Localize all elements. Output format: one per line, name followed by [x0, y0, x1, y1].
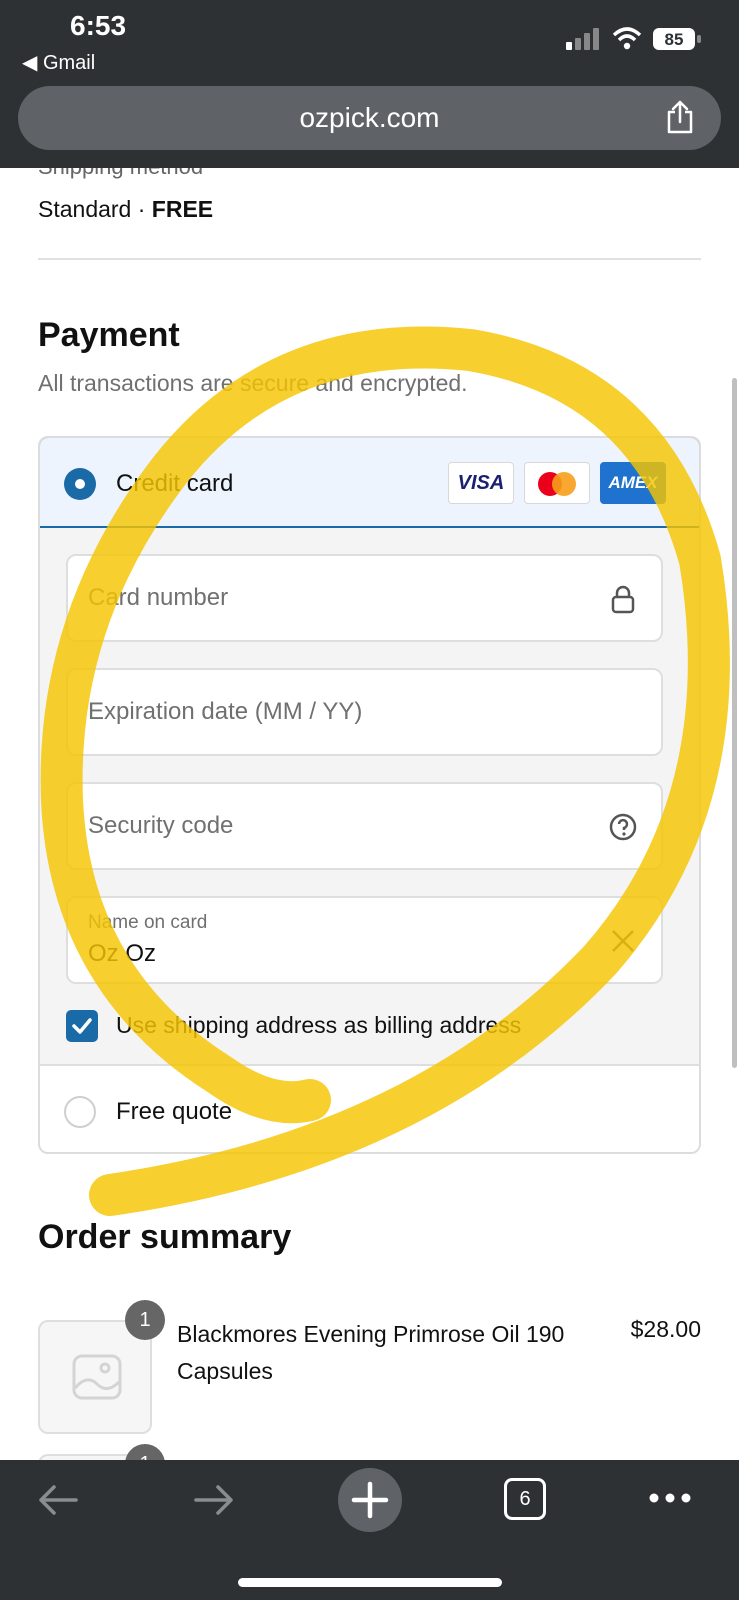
- section-divider: [38, 258, 701, 260]
- visa-logo-icon: VISA: [448, 462, 514, 504]
- expiration-date-field[interactable]: Expiration date (MM / YY): [66, 668, 663, 756]
- clear-icon[interactable]: [609, 926, 637, 956]
- back-to-app-link[interactable]: ◀ Gmail: [22, 50, 95, 75]
- browser-bottom-toolbar: 6: [0, 1460, 739, 1600]
- free-quote-option[interactable]: Free quote: [40, 1064, 699, 1152]
- checkmark-icon: [72, 1018, 92, 1034]
- address-bar[interactable]: ozpick.com: [18, 86, 721, 150]
- free-quote-radio[interactable]: [64, 1096, 96, 1128]
- billing-address-label: Use shipping address as billing address: [116, 1012, 522, 1038]
- credit-card-radio[interactable]: [64, 468, 96, 500]
- credit-card-option[interactable]: Credit card VISA AMEX: [40, 438, 699, 528]
- shipping-method-label: Shipping method: [38, 168, 203, 180]
- forward-arrow-icon[interactable]: [190, 1476, 238, 1524]
- payment-title: Payment: [38, 316, 180, 354]
- billing-address-checkbox[interactable]: [66, 1010, 98, 1042]
- name-on-card-value: Oz Oz: [88, 940, 157, 967]
- mastercard-logo-icon: [524, 462, 590, 504]
- browser-top-bar: 6:53 ◀ Gmail 85 ozpick.com: [0, 0, 739, 168]
- shipping-price: FREE: [151, 196, 214, 222]
- wifi-icon: [612, 27, 642, 50]
- card-number-placeholder: Card number: [88, 584, 229, 611]
- shipping-method-value: Standard · FREE: [38, 196, 214, 222]
- amex-logo-icon: AMEX: [600, 462, 666, 504]
- quantity-badge: 1: [125, 1444, 165, 1460]
- more-options-icon[interactable]: [648, 1490, 692, 1506]
- tab-switcher-button[interactable]: 6: [504, 1478, 546, 1520]
- home-indicator: [238, 1578, 502, 1587]
- product-price: $28.00: [630, 1316, 701, 1342]
- checkout-page: Shipping method Standard · FREE Payment …: [0, 168, 739, 1460]
- plus-icon: [351, 1481, 389, 1519]
- product-name: Blackmores Evening Primrose Oil 190 Caps…: [177, 1321, 565, 1384]
- payment-options: Credit card VISA AMEX Card number Expira…: [38, 436, 701, 1154]
- free-quote-label: Free quote: [116, 1098, 233, 1125]
- back-arrow-icon[interactable]: [34, 1476, 82, 1524]
- lock-icon: [611, 585, 635, 614]
- share-icon[interactable]: [665, 100, 695, 134]
- scrollbar[interactable]: [732, 378, 737, 1068]
- credit-card-label: Credit card: [116, 470, 234, 497]
- url-text: ozpick.com: [299, 102, 440, 133]
- signal-icon: [566, 28, 599, 50]
- security-code-placeholder: Security code: [88, 812, 234, 839]
- expiration-placeholder: Expiration date (MM / YY): [88, 698, 363, 725]
- name-on-card-field[interactable]: Name on card Oz Oz: [66, 896, 663, 984]
- name-on-card-label: Name on card: [88, 912, 208, 933]
- status-time: 6:53: [70, 10, 127, 41]
- battery-level: 85: [665, 30, 684, 49]
- battery-icon: 85: [653, 28, 701, 50]
- payment-subtitle: All transactions are secure and encrypte…: [38, 370, 468, 396]
- order-summary-title: Order summary: [38, 1218, 292, 1256]
- quantity-badge: 1: [125, 1300, 165, 1340]
- new-tab-button[interactable]: [338, 1468, 402, 1532]
- security-code-field[interactable]: Security code: [66, 782, 663, 870]
- image-placeholder-icon: [72, 1354, 122, 1400]
- help-icon[interactable]: [609, 812, 637, 842]
- card-number-field[interactable]: Card number: [66, 554, 663, 642]
